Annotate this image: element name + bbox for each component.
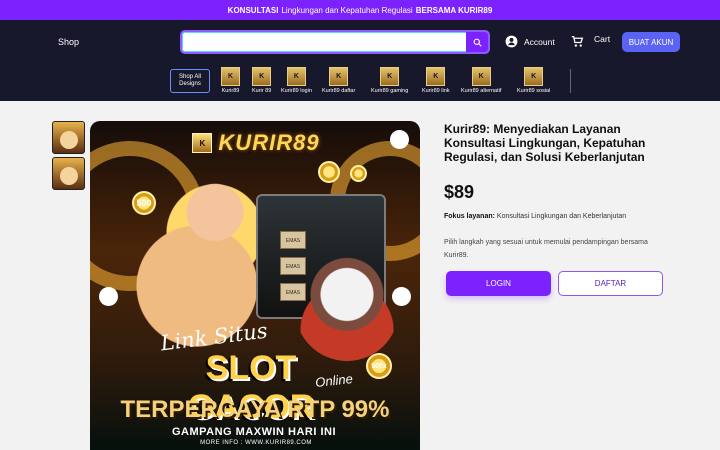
kurir89-logo-icon: K (329, 67, 349, 86)
kurir89-logo-icon: K (252, 67, 272, 86)
slot-tile: EMAS (280, 231, 306, 249)
service-focus-value: Konsultasi Lingkungan dan Keberlanjutan (496, 213, 627, 220)
promo-strong-right: BERSAMA KURIR89 (415, 5, 493, 15)
kurir89-logo-icon: K (380, 67, 400, 86)
cart-button[interactable]: Cart (571, 33, 611, 48)
product-hero-image: K KURIR89 EMAS EMAS EMAS 500 500x Link S… (90, 121, 420, 450)
account-icon (505, 35, 518, 48)
carousel-next-button[interactable] (392, 287, 411, 306)
promo-line-5: GAMPANG MAXWIN HARI INI (171, 426, 337, 438)
brand-logo-icon: K (192, 133, 213, 153)
promo-strong-left: KONSULTASI (227, 5, 279, 15)
account-button[interactable]: Account (505, 35, 555, 48)
product-price: $89 (444, 182, 475, 202)
search-input[interactable] (182, 32, 469, 52)
cart-icon (571, 35, 584, 47)
product-title: Kurir89: Menyediakan Layanan Konsultasi … (444, 122, 646, 164)
brand-logo: K KURIR89 (192, 127, 320, 159)
nav-item-kurir-89[interactable]: K Kurir 89 (252, 67, 271, 94)
product-description: Pilih langkah yang sesuai untuk memulai … (444, 239, 648, 259)
nav-item-label: Kurir89 link (422, 88, 450, 94)
account-label: Account (524, 36, 555, 47)
gold-coin-500: 500 (132, 191, 156, 215)
gallery-thumbnail-2[interactable] (52, 157, 85, 190)
carousel-prev-button[interactable] (99, 287, 118, 306)
promo-banner: KONSULTASI Lingkungan dan Kepatuhan Regu… (0, 0, 720, 20)
cart-label: Cart (594, 33, 611, 44)
search-bar[interactable] (180, 30, 490, 54)
kurir89-logo-icon: K (426, 67, 446, 86)
category-nav: K Kurir89 K Kurir 89 K Kurir89 login K K… (0, 67, 720, 97)
service-focus: Fokus layanan: Konsultasi Lingkungan dan… (444, 213, 626, 220)
login-button[interactable]: LOGIN (446, 271, 551, 296)
shop-link[interactable]: Shop (58, 37, 79, 47)
gold-coin-small (350, 165, 367, 182)
nav-item-label: Kurir89 gaming (371, 88, 409, 94)
nav-item-kurir89-login[interactable]: K Kurir89 login (281, 67, 312, 94)
nav-item-label: Kurir89 sosial (517, 88, 551, 94)
nav-item-kurir89-link[interactable]: K Kurir89 link (422, 67, 450, 94)
gold-coin-500x: 500x (366, 353, 392, 379)
kurir89-logo-icon: K (221, 67, 240, 86)
wishlist-button[interactable] (390, 130, 409, 149)
nav-item-label: Kurir89 login (281, 88, 312, 94)
search-icon (473, 38, 482, 47)
cartoon-cat-character (295, 257, 399, 361)
kurir89-logo-icon: K (471, 67, 491, 86)
search-button[interactable] (466, 32, 488, 52)
site-header: Shop Account Cart BUAT AKUN Shop All Des… (0, 20, 720, 101)
gallery-thumbnail-1[interactable] (52, 121, 85, 154)
kurir89-logo-icon: K (524, 67, 544, 86)
nav-item-label: Kurir89 (221, 88, 240, 94)
promo-line-4: TERPERCAYA RTP 99% (120, 396, 390, 423)
create-account-button[interactable]: BUAT AKUN (622, 32, 680, 52)
promo-text: Lingkungan dan Kepatuhan Regulasi (281, 5, 413, 15)
nav-item-kurir89-sosial[interactable]: K Kurir89 sosial (517, 67, 550, 94)
nav-item-kurir89-alternatif[interactable]: K Kurir89 alternatif (461, 67, 501, 94)
register-button[interactable]: DAFTAR (558, 271, 663, 296)
nav-item-label: Kurir 89 (252, 88, 272, 94)
nav-item-label: Kurir89 daftar (322, 88, 356, 94)
slot-tile: EMAS (280, 257, 306, 275)
nav-item-kurir89-gaming[interactable]: K Kurir89 gaming (371, 67, 408, 94)
kurir89-logo-icon: K (286, 67, 306, 86)
nav-item-kurir89-daftar[interactable]: K Kurir89 daftar (322, 67, 355, 94)
nav-divider (570, 69, 571, 93)
gold-coin (318, 161, 340, 183)
service-focus-label: Fokus layanan: (444, 213, 495, 220)
nav-item-label: Kurir89 alternatif (461, 88, 502, 94)
brand-logo-text: KURIR89 (218, 130, 320, 155)
promo-line-6: MORE INFO : WWW.KURIR89.COM (200, 440, 312, 446)
nav-item-kurir89[interactable]: K Kurir89 (221, 67, 240, 94)
